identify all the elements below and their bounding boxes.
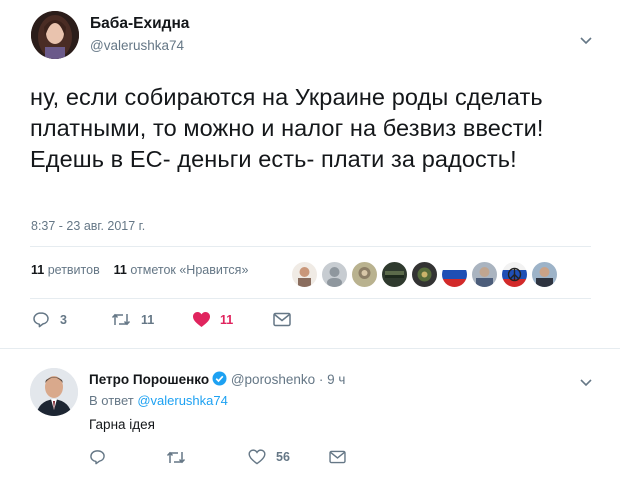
like-count: 11 bbox=[220, 312, 234, 327]
heart-icon bbox=[192, 311, 211, 328]
retweets-label[interactable]: ретвитов bbox=[48, 263, 100, 277]
reply-button[interactable]: 3 bbox=[32, 311, 67, 328]
reply-time[interactable]: · 9 ч bbox=[319, 372, 346, 387]
retweet-button[interactable]: 11 bbox=[111, 312, 154, 327]
chevron-down-icon[interactable] bbox=[580, 376, 592, 390]
reply-to-handle[interactable]: @valerushka74 bbox=[137, 393, 228, 408]
liker-avatar[interactable] bbox=[531, 261, 558, 288]
reply-reply-button[interactable] bbox=[89, 449, 106, 465]
tweet-text: ну, если собираются на Украине роды сдел… bbox=[30, 84, 544, 172]
liker-avatar[interactable] bbox=[501, 261, 528, 288]
liker-avatar[interactable] bbox=[321, 261, 348, 288]
retweet-icon bbox=[111, 312, 131, 327]
reply-like-count: 56 bbox=[276, 450, 290, 464]
heart-icon bbox=[248, 449, 266, 465]
verified-badge-icon bbox=[212, 371, 227, 389]
direct-message-button[interactable] bbox=[273, 312, 291, 327]
like-button[interactable]: 11 bbox=[192, 311, 233, 328]
author-handle[interactable]: @valerushka74 bbox=[90, 38, 184, 53]
retweet-icon bbox=[166, 450, 186, 465]
likes-label[interactable]: отметок «Нравится» bbox=[130, 263, 248, 277]
divider bbox=[30, 246, 591, 247]
divider bbox=[0, 348, 620, 349]
reply-retweet-button[interactable] bbox=[166, 450, 186, 465]
reply-icon bbox=[32, 311, 50, 328]
author-name[interactable]: Баба-Ехидна bbox=[90, 15, 189, 33]
divider bbox=[30, 298, 591, 299]
retweet-count: 11 bbox=[141, 312, 155, 327]
reply-author-name[interactable]: Петро Порошенко bbox=[89, 372, 209, 387]
liker-avatar[interactable] bbox=[351, 261, 378, 288]
reply-count: 3 bbox=[60, 312, 67, 327]
liker-avatar[interactable] bbox=[411, 261, 438, 288]
reply-to-label: В ответ bbox=[89, 393, 134, 408]
liker-avatar[interactable] bbox=[291, 261, 318, 288]
reply-to-line: В ответ @valerushka74 bbox=[89, 393, 228, 408]
envelope-icon bbox=[273, 312, 291, 327]
reply-direct-message-button[interactable] bbox=[329, 450, 346, 464]
tweet-timestamp[interactable]: 8:37 - 23 авг. 2017 г. bbox=[31, 219, 145, 233]
likes-count[interactable]: 11 bbox=[114, 263, 127, 277]
retweets-count[interactable]: 11 bbox=[31, 263, 44, 277]
liker-avatar[interactable] bbox=[471, 261, 498, 288]
envelope-icon bbox=[329, 450, 346, 464]
reply-author-handle[interactable]: @poroshenko bbox=[231, 372, 315, 387]
liker-avatar[interactable] bbox=[381, 261, 408, 288]
tweet-stats: 11 ретвитов 11 отметок «Нравится» bbox=[31, 263, 248, 277]
chevron-down-icon[interactable] bbox=[580, 34, 592, 48]
liker-avatar[interactable] bbox=[441, 261, 468, 288]
reply-header: Петро Порошенко @poroshenko · 9 ч bbox=[89, 371, 345, 389]
reply-like-button[interactable]: 56 bbox=[248, 449, 290, 465]
reply-text: Гарна ідея bbox=[89, 417, 155, 432]
author-avatar[interactable] bbox=[31, 11, 79, 59]
reply-icon bbox=[89, 449, 106, 465]
reply-author-avatar[interactable] bbox=[30, 368, 78, 416]
